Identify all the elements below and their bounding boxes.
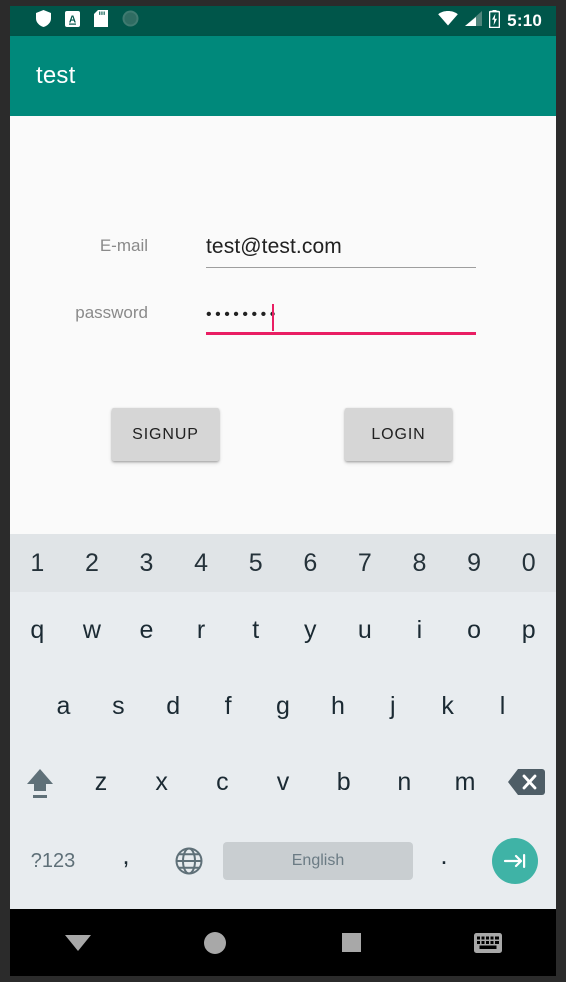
circle-icon[interactable] (147, 931, 284, 954)
status-bar: A 5:10 (10, 6, 556, 36)
key-m[interactable]: m (435, 769, 496, 795)
key-1[interactable]: 1 (10, 550, 65, 576)
key-b[interactable]: b (313, 769, 374, 795)
key-h[interactable]: h (310, 693, 365, 719)
key-v[interactable]: v (253, 769, 314, 795)
sync-circle-icon (122, 10, 139, 32)
space-key[interactable]: English (222, 820, 414, 902)
status-bar-clock: 5:10 (507, 11, 542, 30)
text-caret (272, 304, 274, 331)
key-3[interactable]: 3 (119, 550, 174, 576)
email-label: E-mail (99, 236, 148, 255)
keyboard-row-2: a s d f g h j k l (10, 668, 556, 744)
signup-button[interactable]: SIGNUP (112, 408, 219, 461)
shield-icon (36, 10, 51, 32)
key-7[interactable]: 7 (338, 550, 393, 576)
key-n[interactable]: n (374, 769, 435, 795)
key-e[interactable]: e (119, 617, 174, 643)
virtual-keyboard: 1 2 3 4 5 6 7 8 9 0 q w e r t y u i o p … (10, 534, 556, 909)
wifi-icon (438, 11, 458, 31)
password-field-row: password •••••••• (10, 291, 556, 335)
square-icon[interactable] (283, 933, 420, 952)
key-w[interactable]: w (65, 617, 120, 643)
password-input[interactable]: •••••••• (206, 291, 476, 335)
battery-charging-icon (488, 9, 501, 33)
a-badge-icon: A (65, 10, 80, 32)
signal-icon (465, 11, 483, 31)
login-form: E-mail test@test.com password •••••••• S… (10, 116, 556, 534)
key-r[interactable]: r (174, 617, 229, 643)
comma-key[interactable]: , (96, 820, 156, 902)
app-title: test (36, 62, 76, 89)
key-2[interactable]: 2 (65, 550, 120, 576)
key-z[interactable]: z (71, 769, 132, 795)
password-underline (206, 332, 476, 335)
period-key[interactable]: . (414, 820, 474, 902)
keyboard-bottom-row: ?123 , English . (10, 820, 556, 902)
email-input[interactable]: test@test.com (206, 224, 476, 268)
key-0[interactable]: 0 (501, 550, 556, 576)
status-bar-left-icons: A (36, 6, 139, 36)
key-p[interactable]: p (501, 617, 556, 643)
space-key-label: English (223, 842, 413, 880)
login-button[interactable]: LOGIN (345, 408, 452, 461)
password-label: password (75, 303, 148, 322)
key-t[interactable]: t (228, 617, 283, 643)
status-bar-right-icons: 5:10 (438, 6, 542, 36)
key-s[interactable]: s (91, 693, 146, 719)
key-j[interactable]: j (365, 693, 420, 719)
email-field-row: E-mail test@test.com (10, 224, 556, 268)
shift-icon[interactable] (10, 762, 71, 802)
key-i[interactable]: i (392, 617, 447, 643)
next-arrow-icon (492, 838, 538, 884)
triangle-down-icon[interactable] (10, 934, 147, 951)
key-l[interactable]: l (475, 693, 530, 719)
key-g[interactable]: g (256, 693, 311, 719)
key-k[interactable]: k (420, 693, 475, 719)
keyboard-number-row: 1 2 3 4 5 6 7 8 9 0 (10, 534, 556, 592)
key-5[interactable]: 5 (228, 550, 283, 576)
email-underline (206, 267, 476, 268)
key-9[interactable]: 9 (447, 550, 502, 576)
key-o[interactable]: o (447, 617, 502, 643)
key-y[interactable]: y (283, 617, 338, 643)
key-x[interactable]: x (131, 769, 192, 795)
keyboard-icon[interactable] (420, 932, 557, 953)
sd-card-icon (94, 10, 108, 32)
app-bar: test (10, 36, 556, 116)
key-a[interactable]: a (36, 693, 91, 719)
globe-icon[interactable] (156, 820, 222, 902)
navigation-bar (10, 909, 556, 976)
key-q[interactable]: q (10, 617, 65, 643)
key-6[interactable]: 6 (283, 550, 338, 576)
key-4[interactable]: 4 (174, 550, 229, 576)
symbols-key[interactable]: ?123 (10, 820, 96, 902)
key-f[interactable]: f (201, 693, 256, 719)
key-u[interactable]: u (338, 617, 393, 643)
device-frame: A 5:10 test E-mail test@test.com passwor… (0, 0, 566, 982)
password-value: •••••••• (206, 306, 279, 323)
enter-key[interactable] (474, 820, 556, 902)
backspace-icon[interactable] (495, 767, 556, 797)
key-8[interactable]: 8 (392, 550, 447, 576)
key-c[interactable]: c (192, 769, 253, 795)
button-row: SIGNUP LOGIN (10, 408, 556, 464)
email-value: test@test.com (206, 235, 342, 258)
device-screen: A 5:10 test E-mail test@test.com passwor… (10, 6, 556, 976)
keyboard-row-3: z x c v b n m (10, 744, 556, 820)
key-d[interactable]: d (146, 693, 201, 719)
keyboard-row-1: q w e r t y u i o p (10, 592, 556, 668)
